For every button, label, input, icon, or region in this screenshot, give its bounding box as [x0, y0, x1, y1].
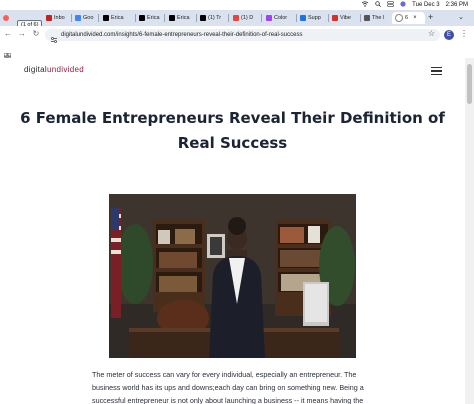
more-menu-icon[interactable]: ⋮ [460, 29, 468, 38]
tab-label: Erica [177, 15, 190, 21]
tab-google[interactable]: Goo [75, 12, 93, 24]
page-icon [364, 15, 370, 21]
tab-label: 6 [405, 15, 409, 21]
color-icon [266, 15, 272, 21]
support-icon [300, 15, 306, 21]
tab-x-tr[interactable]: (1) Tr [200, 12, 221, 24]
tab-the[interactable]: The I [364, 12, 385, 24]
loading-icon [395, 14, 403, 22]
site-logo[interactable]: digitalundivided [24, 65, 84, 74]
tab-label: Color [274, 15, 288, 21]
page-scrollbar[interactable] [465, 58, 474, 404]
tab-label: Vibe [340, 15, 351, 21]
tab-inbox[interactable]: Inbo [46, 12, 65, 24]
bookmarks-bar [0, 44, 474, 61]
control-center-icon[interactable] [387, 1, 394, 9]
logo-text-digital: digital [24, 65, 48, 74]
address-bar[interactable]: digitalundivided.com/insights/6-female-e… [45, 29, 440, 43]
macos-menubar: Tue Dec 3 2:36 PM [0, 0, 474, 10]
tab-x-erica-3[interactable]: Erica [169, 12, 190, 24]
tab-x-erica-1[interactable]: Erica [103, 12, 124, 24]
siri-icon[interactable] [400, 1, 406, 9]
wifi-icon[interactable] [361, 1, 369, 9]
tab-label: Inbo [54, 15, 65, 21]
tab-label: The I [372, 15, 385, 21]
tab-label: Goo [83, 15, 94, 21]
x-icon [200, 15, 206, 21]
article-hero-image [109, 194, 356, 358]
tab-label: Supp [308, 15, 321, 21]
tab-label: Erica [111, 15, 124, 21]
tab-label: (1) Tr [208, 15, 222, 21]
tab-support[interactable]: Supp [300, 12, 321, 24]
x-icon [103, 15, 109, 21]
vibe-icon [332, 15, 338, 21]
article-title: 6 Female Entrepreneurs Reveal Their Defi… [20, 109, 445, 152]
menubar-time[interactable]: 2:36 PM [446, 2, 468, 8]
close-window-button[interactable] [3, 15, 9, 21]
x-icon [139, 15, 145, 21]
menubar-date[interactable]: Tue Dec 3 [412, 2, 439, 8]
search-icon[interactable] [375, 1, 382, 9]
back-button[interactable]: ← [3, 29, 13, 38]
url-text[interactable]: digitalundivided.com/insights/6-female-e… [61, 32, 302, 38]
forward-button[interactable]: → [17, 29, 27, 38]
article-body-paragraph: The meter of success can vary for every … [92, 370, 364, 404]
tab-color[interactable]: Color [266, 12, 287, 24]
close-icon[interactable]: × [413, 15, 417, 21]
profile-avatar[interactable]: E [444, 30, 454, 40]
app-icon [233, 15, 239, 21]
tab-label: Erica [147, 15, 160, 21]
tab-label: (1) D [241, 15, 254, 21]
reload-button[interactable]: ↻ [31, 29, 41, 38]
tab-strip: (1 of 6) Inbo Goo Erica Erica Erica (1) … [0, 10, 474, 30]
tab-active[interactable]: 6 × [392, 12, 425, 24]
new-tab-button[interactable]: + [428, 12, 433, 22]
tab-di[interactable]: (1) D [233, 12, 253, 24]
browser-toolbar: ← → ↻ digitalundivided.com/insights/6-fe… [0, 26, 474, 44]
tab-search-icon[interactable]: ⌄ [458, 13, 464, 21]
gmail-icon [46, 15, 52, 21]
bookmark-star-icon[interactable]: ☆ [428, 29, 435, 38]
logo-text-undivided: undivided [47, 65, 84, 74]
tab-vibe[interactable]: Vibe [332, 12, 351, 24]
page-content: digitalundivided 6 Female Entrepreneurs … [0, 58, 465, 404]
tab-x-erica-2[interactable]: Erica [139, 12, 160, 24]
google-icon [75, 15, 81, 21]
x-icon [169, 15, 175, 21]
hamburger-menu-icon[interactable] [431, 67, 442, 77]
scrollbar-thumb[interactable] [467, 64, 472, 104]
